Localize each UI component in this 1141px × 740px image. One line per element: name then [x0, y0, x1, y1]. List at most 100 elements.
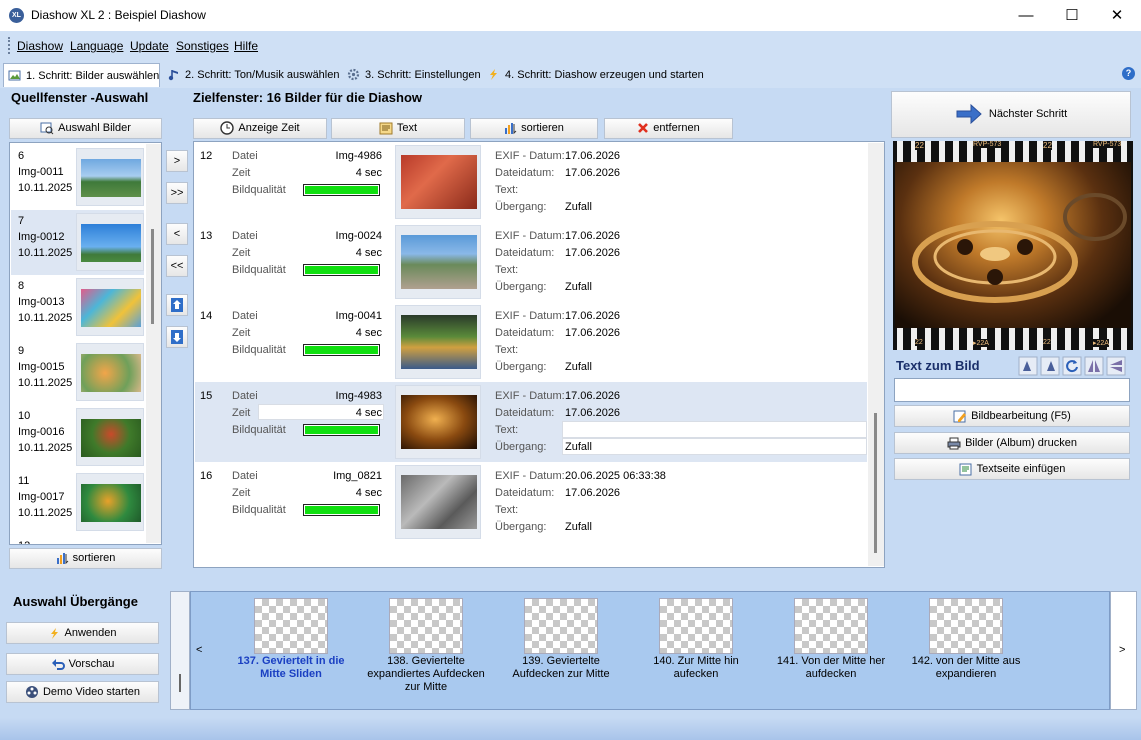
transition-label[interactable]: 142. von der Mitte aus expandieren	[901, 655, 1031, 681]
source-title: Quellfenster -Auswahl	[11, 90, 149, 105]
transitions-next-button[interactable]: >	[1119, 644, 1125, 656]
source-scrollbar[interactable]	[146, 144, 161, 543]
target-scrollbar[interactable]	[868, 143, 884, 566]
row-number: 13	[200, 230, 213, 242]
flip-horizontal-icon[interactable]	[1084, 356, 1104, 376]
gear-icon	[347, 68, 360, 81]
display-time[interactable]: 4 sec	[303, 485, 382, 502]
quality-bar	[303, 264, 380, 276]
next-step-button[interactable]: Nächster Schritt	[891, 91, 1131, 138]
transition-thumbnail[interactable]	[929, 598, 1003, 654]
apply-transition-button[interactable]: Anwenden	[6, 622, 159, 644]
table-row[interactable]: 15 Datei Img-4983 Zeit 4 sec Bildqualität EXIF…	[195, 382, 867, 462]
list-item[interactable]: 8 Img-0013 10.11.2025	[11, 275, 144, 340]
list-item[interactable]: 11 Img-0017 10.11.2025	[11, 470, 144, 535]
table-row[interactable]: 14 Datei Img-0041 Zeit 4 sec Bildqualität EXIF…	[195, 302, 867, 382]
thumbnail	[76, 278, 144, 336]
table-row[interactable]: 16 Datei Img_0821 Zeit 4 sec Bildqualität EXIF…	[195, 462, 867, 542]
tab-step-1[interactable]: 1. Schritt: Bilder auswählen	[3, 63, 160, 87]
transitions-left-scroll[interactable]	[170, 591, 190, 710]
transitions-list[interactable]: < > 137. Geviertelt in die Mitte Sliden1…	[190, 591, 1126, 710]
item-name: Img-0016	[18, 426, 65, 438]
help-icon[interactable]: ?	[1122, 67, 1135, 80]
transition-thumbnail[interactable]	[794, 598, 868, 654]
menu-language[interactable]: Language	[70, 39, 123, 53]
demo-video-button[interactable]: Demo Video starten	[6, 681, 159, 703]
list-item[interactable]: 6 Img-0011 10.11.2025	[11, 145, 144, 210]
transition-thumbnail[interactable]	[524, 598, 598, 654]
target-list[interactable]: 12 Datei Img-4986 Zeit 4 sec Bildqualität EXIF…	[193, 141, 885, 568]
text-button[interactable]: Text	[331, 118, 465, 139]
remove-button[interactable]: <	[166, 223, 188, 245]
transition-label[interactable]: 141. Von der Mitte her aufdecken	[766, 655, 896, 681]
film-mark: ▸22A	[1093, 339, 1109, 347]
menu-hilfe[interactable]: Hilfe	[234, 39, 258, 53]
source-list[interactable]: 6 Img-0011 10.11.2025 7 Img-0012 10.11.2025 …	[9, 142, 162, 545]
minimize-button[interactable]: —	[1003, 0, 1049, 31]
display-time-button[interactable]: Anzeige Zeit	[193, 118, 327, 139]
add-all-button[interactable]: >>	[166, 182, 188, 204]
text-field[interactable]	[562, 421, 867, 438]
maximize-button[interactable]: ☐	[1049, 0, 1095, 31]
display-time[interactable]: 4 sec	[303, 405, 382, 422]
list-item[interactable]: 9 Img-0015 10.11.2025	[11, 340, 144, 405]
film-mark: 22	[915, 141, 924, 150]
target-scroll-thumb[interactable]	[874, 413, 877, 553]
remove-all-button[interactable]: <<	[166, 255, 188, 277]
file-date: 17.06.2026	[565, 487, 621, 499]
add-button[interactable]: >	[166, 150, 188, 172]
item-date: 10.11.2025	[18, 247, 73, 259]
target-sort-button[interactable]: sortieren	[470, 118, 598, 139]
tab-step-4-label: 4. Schritt: Diashow erzeugen und starten	[505, 69, 704, 81]
list-item[interactable]: 12	[11, 535, 144, 544]
rotate-left-icon[interactable]	[1018, 356, 1038, 376]
list-item[interactable]: 7 Img-0012 10.11.2025	[11, 210, 144, 275]
transitions-next-area[interactable]: >	[1110, 591, 1137, 710]
table-row[interactable]: 12 Datei Img-4986 Zeit 4 sec Bildqualität EXIF…	[195, 142, 867, 222]
exif-date: 17.06.2026	[565, 150, 621, 162]
transition-field[interactable]	[562, 438, 867, 455]
rotate-right-icon[interactable]	[1040, 356, 1060, 376]
thumbnail	[395, 465, 481, 539]
transition-label[interactable]: 140. Zur Mitte hin aufecken	[631, 655, 761, 681]
text-label: Text:	[495, 424, 519, 436]
image-edit-button[interactable]: Bildbearbeitung (F5)	[894, 405, 1130, 427]
move-up-button[interactable]	[166, 294, 188, 316]
display-time[interactable]: 4 sec	[303, 165, 382, 182]
scroll-thumb[interactable]	[179, 674, 181, 692]
transitions-prev-button[interactable]: <	[196, 644, 202, 656]
transition-thumbnail[interactable]	[659, 598, 733, 654]
display-time[interactable]: 4 sec	[303, 245, 382, 262]
select-images-button[interactable]: Auswahl Bilder	[9, 118, 162, 139]
source-sort-button[interactable]: sortieren	[9, 548, 162, 569]
list-item[interactable]: 10 Img-0016 10.11.2025	[11, 405, 144, 470]
transition-label[interactable]: 138. Geviertelte expandiertes Aufdecken …	[361, 655, 491, 694]
display-time[interactable]: 4 sec	[303, 325, 382, 342]
menu-update[interactable]: Update	[130, 39, 169, 53]
remove-images-button[interactable]: entfernen	[604, 118, 733, 139]
refresh-icon[interactable]	[1062, 356, 1082, 376]
flip-vertical-icon[interactable]	[1106, 356, 1126, 376]
table-row[interactable]: 13 Datei Img-0024 Zeit 4 sec Bildqualität EXIF…	[195, 222, 867, 302]
move-down-button[interactable]	[166, 326, 188, 348]
text-label: Text:	[495, 184, 519, 196]
item-date: 10.11.2025	[18, 377, 73, 389]
transition-thumbnail[interactable]	[389, 598, 463, 654]
tab-step-2[interactable]: 2. Schritt: Ton/Musik auswählen	[163, 63, 340, 87]
print-album-button[interactable]: Bilder (Album) drucken	[894, 432, 1130, 454]
transition-label[interactable]: 137. Geviertelt in die Mitte Sliden	[226, 655, 356, 681]
image-text-input[interactable]	[894, 378, 1130, 402]
undo-arrow-icon	[51, 659, 65, 671]
close-button[interactable]: ✕	[1094, 0, 1140, 31]
preview-transition-button[interactable]: Vorschau	[6, 653, 159, 675]
transition-label[interactable]: 139. Geviertelte Aufdecken zur Mitte	[496, 655, 626, 681]
file-name: Img-0024	[335, 230, 382, 242]
tab-step-3[interactable]: 3. Schritt: Einstellungen	[343, 63, 481, 87]
menu-diashow[interactable]: Diashow	[17, 39, 63, 53]
transition-thumbnail[interactable]	[254, 598, 328, 654]
tab-step-4[interactable]: 4. Schritt: Diashow erzeugen und starten	[483, 63, 713, 87]
source-scroll-thumb[interactable]	[151, 229, 154, 324]
menu-sonstiges[interactable]: Sonstiges	[176, 39, 229, 53]
insert-text-page-button[interactable]: Textseite einfügen	[894, 458, 1130, 480]
film-mark: 22	[1043, 141, 1052, 150]
